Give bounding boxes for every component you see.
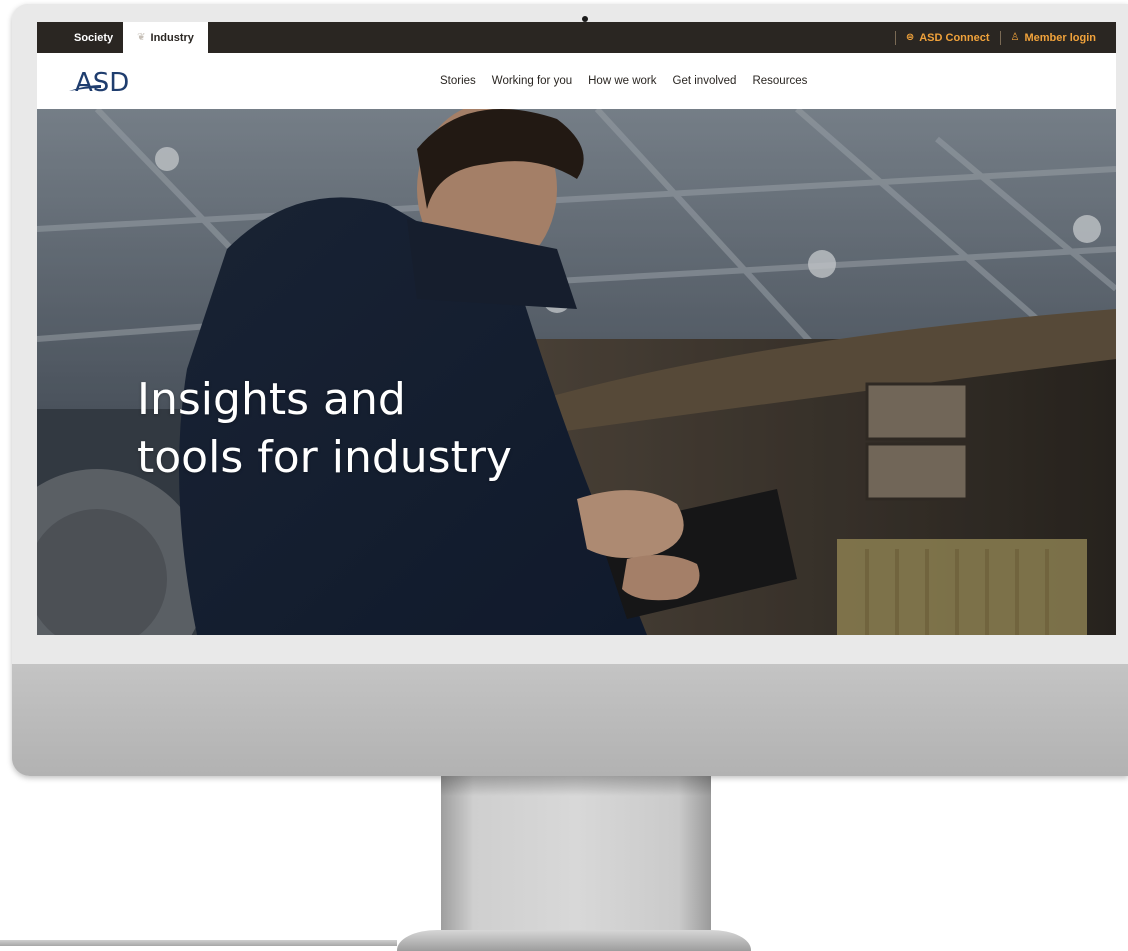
divider [894,30,896,45]
asd-logo[interactable]: ASD [67,65,147,99]
user-icon: ♙ [1010,32,1020,43]
hero-title: Insights and tools for industry [137,371,512,487]
site-header: ASD Stories Working for you How we work … [37,53,1116,109]
member-login-link[interactable]: ♙ Member login [1011,32,1096,44]
monitor-foot [397,930,751,951]
hero-title-line-2: tools for industry [137,432,512,483]
hero-banner: Insights and tools for industry [37,109,1116,635]
main-nav: Stories Working for you How we work Get … [440,53,807,109]
tab-society[interactable]: Society [37,22,123,53]
tab-industry-label: Industry [150,31,194,44]
divider [999,30,1001,45]
nav-get-involved[interactable]: Get involved [673,75,737,87]
nav-working-for-you[interactable]: Working for you [492,75,572,87]
monitor-chin [12,664,1128,776]
leaf-icon: ❦ [137,32,146,43]
stand-shadow [441,776,711,796]
tab-industry[interactable]: ❦ Industry [123,22,208,53]
desk-edge [0,940,397,946]
asd-connect-label: ASD Connect [919,31,990,44]
screen: Society ❦ Industry ⊜ ASD Connect ♙ Membe… [37,22,1116,635]
connect-icon: ⊜ [905,32,915,43]
asd-connect-link[interactable]: ⊜ ASD Connect [906,32,990,44]
nav-stories[interactable]: Stories [440,75,476,87]
top-links: ⊜ ASD Connect ♙ Member login [885,22,1116,53]
nav-how-we-work[interactable]: How we work [588,75,656,87]
monitor-stand [441,776,711,951]
tab-society-label: Society [74,31,114,44]
member-login-label: Member login [1024,31,1096,44]
hero-title-line-1: Insights and [137,374,406,425]
logo-text: ASD [75,68,129,98]
top-bar: Society ❦ Industry ⊜ ASD Connect ♙ Membe… [37,22,1116,53]
nav-resources[interactable]: Resources [752,75,807,87]
monitor: Society ❦ Industry ⊜ ASD Connect ♙ Membe… [12,4,1128,776]
